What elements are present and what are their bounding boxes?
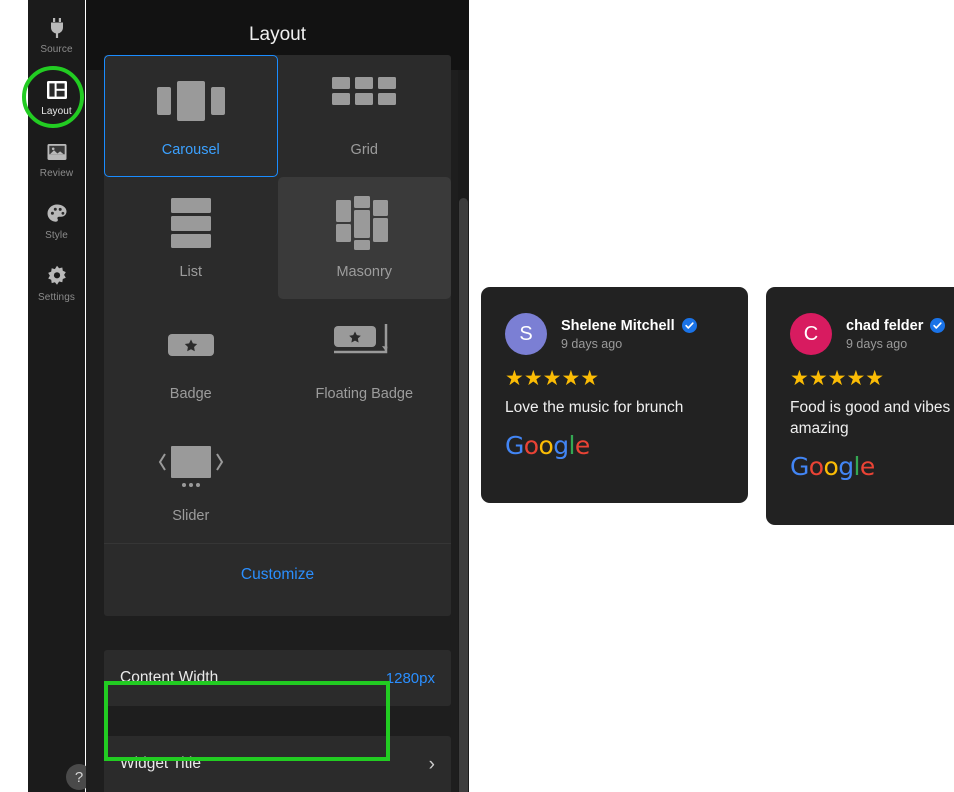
review-text: Love the music for brunch <box>505 399 684 416</box>
review-header: S Shelene Mitchell 9 days ago <box>505 313 724 355</box>
panel-scrollbar-thumb[interactable] <box>459 198 468 792</box>
layout-option-list[interactable]: List <box>104 177 278 299</box>
masonry-glyph-icon <box>335 196 393 250</box>
list-glyph-icon <box>169 196 213 250</box>
icon-rail: Source Layout Review Style Settings ? <box>28 0 92 792</box>
rail-label-style: Style <box>45 229 68 241</box>
panel-body: Carousel Grid List Masonry Badge Floatin… <box>86 55 469 792</box>
layout-option-label: Carousel <box>161 142 220 158</box>
review-card[interactable]: C chad felder 9 days ago ★★★★★ Food is g… <box>766 287 954 525</box>
rail-item-style[interactable]: Style <box>28 190 85 252</box>
layout-option-label: Badge <box>169 386 212 402</box>
review-meta: Shelene Mitchell 9 days ago <box>561 318 697 351</box>
rail-item-settings[interactable]: Settings <box>28 252 85 314</box>
plug-icon <box>45 16 69 40</box>
star-rating: ★★★★★ <box>790 367 885 390</box>
google-logo: Google <box>505 430 590 460</box>
rail-item-review[interactable]: Review <box>28 128 85 190</box>
review-meta: chad felder 9 days ago <box>846 317 946 351</box>
carousel-glyph-icon <box>155 74 227 128</box>
layout-option-floating-badge[interactable]: Floating Badge <box>278 299 452 421</box>
gear-icon <box>45 264 69 288</box>
reviewer-name: chad felder <box>846 317 924 334</box>
layout-option-carousel[interactable]: Carousel <box>104 55 278 177</box>
rail-item-source[interactable]: Source <box>28 4 85 66</box>
chevron-right-icon: › <box>428 753 435 775</box>
content-width-label: Content Width <box>120 669 219 686</box>
content-width-card: Content Width 1280px <box>104 650 451 706</box>
content-width-value: 1280px <box>385 669 435 687</box>
grid-glyph-icon <box>328 74 400 128</box>
review-name-line: chad felder <box>846 317 946 334</box>
rail-label-layout: Layout <box>41 105 72 117</box>
layout-option-grid[interactable]: Grid <box>278 55 452 177</box>
review-header: C chad felder 9 days ago <box>790 313 954 355</box>
review-name-line: Shelene Mitchell <box>561 318 697 334</box>
avatar: S <box>505 313 547 355</box>
layout-option-badge[interactable]: Badge <box>104 299 278 421</box>
google-logo: Google <box>790 451 875 481</box>
layout-option-empty-slot <box>278 421 452 543</box>
verified-badge-icon <box>681 318 697 333</box>
layout-type-grid: Carousel Grid List Masonry Badge Floatin… <box>104 55 451 543</box>
layout-option-label: Masonry <box>336 264 393 280</box>
floating-badge-glyph-icon <box>332 318 396 372</box>
star-rating: ★★★★★ <box>505 367 600 390</box>
layout-option-label: Grid <box>350 142 378 158</box>
palette-icon <box>45 202 69 226</box>
verified-badge-icon <box>930 318 946 333</box>
layout-option-label: List <box>179 264 203 280</box>
layout-type-card: Carousel Grid List Masonry Badge Floatin… <box>104 55 451 616</box>
badge-glyph-icon <box>166 318 216 372</box>
panel-scrollbar-track[interactable] <box>458 70 469 792</box>
widget-preview-area: S Shelene Mitchell 9 days ago ★★★★★ Love… <box>469 0 954 792</box>
setting-row-widget-title[interactable]: Widget Title › <box>104 736 451 792</box>
rail-label-settings: Settings <box>38 291 75 303</box>
slider-glyph-icon <box>154 440 228 494</box>
rail-label-source: Source <box>40 43 73 55</box>
review-date: 9 days ago <box>561 336 623 351</box>
layout-option-slider[interactable]: Slider <box>104 421 278 543</box>
avatar: C <box>790 313 832 355</box>
reviewer-name: Shelene Mitchell <box>561 317 675 334</box>
layout-option-label: Floating Badge <box>315 386 414 402</box>
layout-option-label: Slider <box>172 508 210 524</box>
rail-label-review: Review <box>39 167 74 179</box>
rail-item-layout[interactable]: Layout <box>28 66 85 128</box>
widget-title-label: Widget Title <box>120 755 201 772</box>
setting-row-content-width[interactable]: Content Width 1280px <box>104 650 451 706</box>
review-card[interactable]: S Shelene Mitchell 9 days ago ★★★★★ Love… <box>481 287 748 503</box>
layout-option-masonry[interactable]: Masonry <box>277 177 451 299</box>
layout-settings-panel: Layout Carousel Grid List Masonry Badge … <box>86 0 469 792</box>
review-date: 9 days ago <box>846 336 908 351</box>
image-icon <box>45 140 69 164</box>
customize-label: Customize <box>240 566 315 583</box>
customize-button[interactable]: Customize <box>104 543 451 606</box>
review-text: Food is good and vibes are amazing <box>790 399 954 437</box>
layout-icon <box>45 78 69 102</box>
settings-list-card: Widget Title › Header › <box>104 736 451 792</box>
